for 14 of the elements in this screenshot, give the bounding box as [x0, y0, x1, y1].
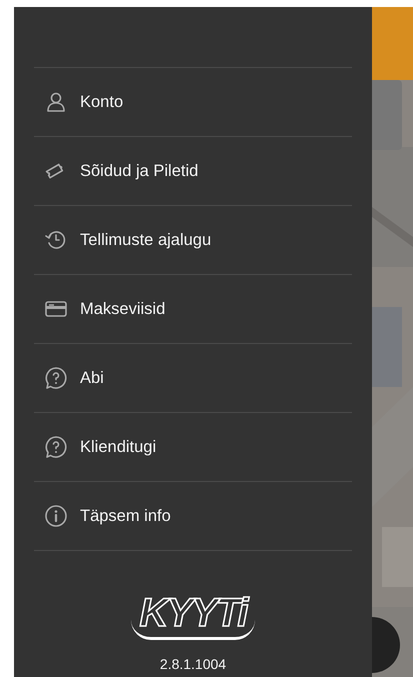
menu-item[interactable]: Abi	[80, 366, 104, 390]
info-icon	[44, 504, 68, 528]
menu-item[interactable]: Klienditugi	[80, 434, 156, 460]
menu-item[interactable]: Sõidud ja Piletid	[80, 158, 198, 184]
menu-item[interactable]: Tellimuste ajalugu	[80, 228, 212, 252]
help-bubble-icon	[44, 366, 68, 390]
logo: KYYTi	[131, 589, 255, 640]
menu-item[interactable]: Makseviisid	[80, 296, 166, 322]
history-icon	[44, 228, 68, 252]
menu-item[interactable]: Konto	[80, 90, 124, 114]
person-icon	[44, 90, 68, 114]
menu-item[interactable]: Täpsem info	[80, 504, 171, 528]
version-text: 2.8.1.1004	[160, 655, 226, 674]
help-bubble-icon	[44, 435, 68, 459]
